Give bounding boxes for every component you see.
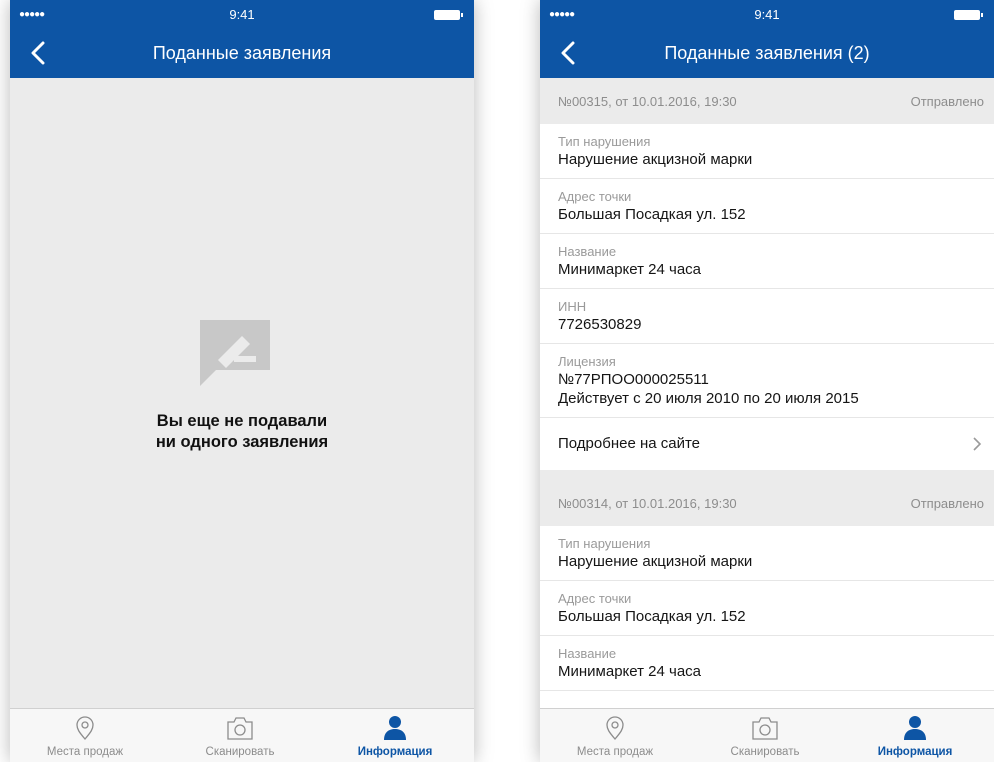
field-label: Тип нарушения — [558, 536, 651, 551]
tab-places[interactable]: Места продаж — [540, 709, 690, 762]
tab-label: Сканировать — [730, 746, 800, 758]
field-label: Название — [558, 646, 617, 661]
field-label: Лицензия — [558, 354, 616, 369]
tab-places[interactable]: Места продаж — [10, 709, 160, 762]
field-license: Лицензия №77РПОО000025511 Действует с 20… — [540, 344, 994, 418]
more-link-label: Подробнее на сайте — [558, 435, 701, 452]
status-bar: ●●●●● 9:41 — [10, 8, 474, 24]
camera-icon — [227, 717, 253, 740]
person-icon — [384, 716, 406, 740]
nav-header: ●●●●● 9:41 Поданные заявления (2) — [540, 0, 994, 78]
status-time: 9:41 — [754, 7, 780, 22]
page-title: Поданные заявления (2) — [664, 43, 870, 63]
field-name: Название Минимаркет 24 часа — [540, 636, 994, 691]
field-violation: Тип нарушения Нарушение акцизной марки — [540, 124, 994, 179]
person-icon — [904, 716, 926, 740]
battery-icon — [434, 10, 463, 20]
field-address: Адрес точки Большая Посадкая ул. 152 — [540, 179, 994, 234]
field-value: Минимаркет 24 часа — [558, 663, 701, 680]
tab-label: Сканировать — [205, 746, 275, 758]
section-gap — [540, 470, 994, 480]
license-validity: Действует с 20 июля 2010 по 20 июля 2015 — [558, 390, 859, 407]
page-title: Поданные заявления — [152, 43, 332, 63]
tab-scan[interactable]: Сканировать — [690, 709, 840, 762]
field-name: Название Минимаркет 24 часа — [540, 234, 994, 289]
field-value: Большая Посадкая ул. 152 — [558, 608, 746, 625]
empty-message: Вы еще не подавали ни одного заявления — [10, 411, 474, 453]
chevron-right-icon — [973, 437, 982, 451]
tab-label: Места продаж — [576, 746, 654, 758]
application-status: Отправлено — [910, 496, 984, 511]
phone-empty-screen: ●●●●● 9:41 Поданные заявления Вы еще не … — [10, 0, 474, 762]
field-value: 7726530829 — [558, 316, 642, 333]
field-label: Название — [558, 244, 617, 259]
applications-list[interactable]: №00315, от 10.01.2016, 19:30 Отправлено … — [540, 78, 994, 708]
application-number: №00314, от 10.01.2016, 19:30 — [558, 496, 737, 511]
application-header: №00314, от 10.01.2016, 19:30 Отправлено — [540, 480, 994, 526]
camera-icon — [752, 717, 778, 740]
tab-scan[interactable]: Сканировать — [165, 709, 315, 762]
empty-state: Вы еще не подавали ни одного заявления — [10, 78, 474, 708]
application-status: Отправлено — [910, 94, 984, 109]
tab-bar: Места продаж Сканировать Информация — [10, 708, 474, 762]
license-number: №77РПОО000025511 — [558, 371, 709, 388]
application-header: №00315, от 10.01.2016, 19:30 Отправлено — [540, 78, 994, 124]
field-value: Нарушение акцизной марки — [558, 151, 753, 168]
status-time: 9:41 — [229, 7, 255, 22]
field-value: Большая Посадкая ул. 152 — [558, 206, 746, 223]
tab-bar: Места продаж Сканировать Информация — [540, 708, 994, 762]
field-value: Нарушение акцизной марки — [558, 553, 753, 570]
tab-label: Места продаж — [46, 746, 124, 758]
field-inn: ИНН 7726530829 — [540, 289, 994, 344]
status-bar: ●●●●● 9:41 — [540, 8, 994, 24]
map-pin-icon — [606, 716, 624, 740]
tab-label: Информация — [357, 746, 433, 758]
map-pin-icon — [76, 716, 94, 740]
field-label: Адрес точки — [558, 591, 632, 606]
compose-bubble-icon — [200, 320, 270, 386]
battery-icon — [954, 10, 983, 20]
field-label: ИНН — [558, 299, 587, 314]
field-violation: Тип нарушения Нарушение акцизной марки — [540, 526, 994, 581]
nav-header: ●●●●● 9:41 Поданные заявления — [10, 0, 474, 78]
field-label: Тип нарушения — [558, 134, 651, 149]
phone-list-screen: ●●●●● 9:41 Поданные заявления (2) №00315… — [540, 0, 994, 762]
field-value: Минимаркет 24 часа — [558, 261, 701, 278]
empty-message-line1: Вы еще не подавали — [156, 412, 328, 430]
tab-info[interactable]: Информация — [320, 709, 470, 762]
application-number: №00315, от 10.01.2016, 19:30 — [558, 94, 737, 109]
empty-message-line2: ни одного заявления — [155, 433, 329, 451]
field-address: Адрес точки Большая Посадкая ул. 152 — [540, 581, 994, 636]
tab-info[interactable]: Информация — [840, 709, 990, 762]
more-on-site-link[interactable]: Подробнее на сайте — [540, 418, 994, 470]
field-label: Адрес точки — [558, 189, 632, 204]
tab-label: Информация — [877, 746, 953, 758]
